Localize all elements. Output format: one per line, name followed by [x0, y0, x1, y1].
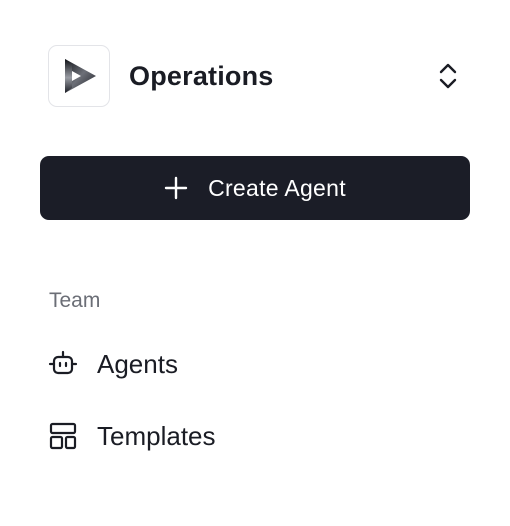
sidebar-item-label: Templates: [97, 420, 216, 451]
create-agent-button[interactable]: Create Agent: [40, 156, 470, 220]
robot-icon: [48, 349, 78, 379]
workspace-logo: [48, 45, 110, 107]
sidebar-item-label: Agents: [97, 348, 178, 379]
sidebar-item-agents[interactable]: Agents: [48, 344, 178, 384]
workspace-name: Operations: [129, 60, 274, 91]
sidebar-item-templates[interactable]: Templates: [48, 416, 216, 456]
nav-section-label: Team: [49, 289, 101, 312]
workspace-switcher[interactable]: Operations: [48, 44, 462, 108]
chevron-up-down-icon[interactable]: [436, 61, 460, 91]
play-logo-icon: [65, 59, 96, 93]
create-agent-label: Create Agent: [208, 174, 346, 201]
layout-template-icon: [48, 421, 78, 451]
plus-icon: [164, 176, 188, 200]
